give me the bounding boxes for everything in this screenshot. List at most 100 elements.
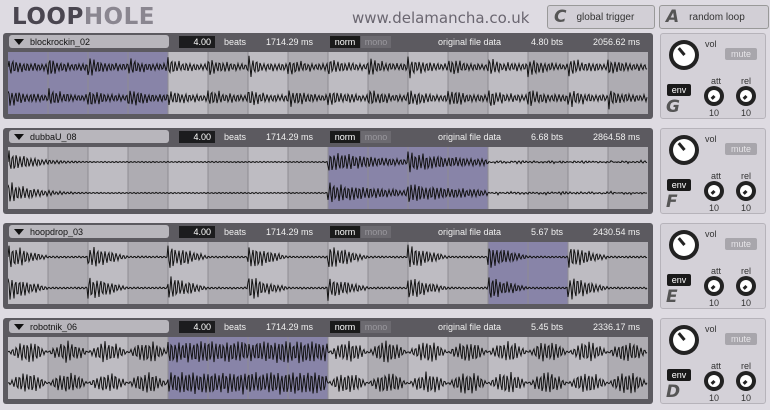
attack-knob[interactable] [704,371,724,391]
release-knob[interactable] [736,371,756,391]
original-file-label: original file data [438,132,502,142]
beat-cell[interactable] [368,337,408,399]
beat-cell[interactable] [368,52,408,114]
beats-input[interactable]: 4.00 [179,36,215,48]
envelope-button[interactable]: env [667,369,691,381]
beat-cell[interactable] [88,147,128,209]
beats-input[interactable]: 4.00 [179,131,215,143]
track-controls-f: vol mute env F att rel 10 10 [660,128,766,214]
beat-cell[interactable] [208,242,248,304]
beats-input[interactable]: 4.00 [179,321,215,333]
selection-cell[interactable] [448,147,488,209]
beat-cell[interactable] [8,337,48,399]
beat-cell[interactable] [208,147,248,209]
file-select-dropdown[interactable]: blockrockin_02 [9,35,169,48]
beats-input[interactable]: 4.00 [179,226,215,238]
selection-cell[interactable] [368,147,408,209]
waveform-display[interactable] [8,242,648,304]
beat-cell[interactable] [408,242,448,304]
envelope-button[interactable]: env [667,179,691,191]
mono-button[interactable]: mono [361,131,391,143]
beat-cell[interactable] [488,147,528,209]
file-select-dropdown[interactable]: robotnik_06 [9,320,169,333]
norm-button[interactable]: norm [330,36,360,48]
envelope-button[interactable]: env [667,84,691,96]
loop-duration: 1714.29 ms [266,227,314,237]
mono-button[interactable]: mono [361,226,391,238]
mono-button[interactable]: mono [361,321,391,333]
file-select-dropdown[interactable]: dubbaU_08 [9,130,169,143]
file-beats: 5.45 bts [531,322,564,332]
volume-label: vol [705,324,717,334]
release-knob[interactable] [736,86,756,106]
waveform-display[interactable] [8,337,648,399]
file-duration: 2336.17 ms [593,322,641,332]
release-knob[interactable] [736,276,756,296]
norm-button[interactable]: norm [330,321,360,333]
beat-cell[interactable] [288,147,328,209]
norm-button[interactable]: norm [330,131,360,143]
beat-cell[interactable] [608,52,648,114]
trigger-key-letter: G [666,97,680,117]
random-loop-button[interactable]: A random loop [659,5,769,29]
selection-cell[interactable] [528,242,568,304]
beat-cell[interactable] [288,242,328,304]
beat-cell[interactable] [528,147,568,209]
beat-cell[interactable] [48,147,88,209]
beat-cell[interactable] [408,52,448,114]
attack-knob[interactable] [704,86,724,106]
global-trigger-letter: C [554,7,567,27]
attack-knob[interactable] [704,181,724,201]
waveform-display[interactable] [8,147,648,209]
mute-button[interactable]: mute [725,238,757,250]
release-knob[interactable] [736,181,756,201]
loop-duration: 1714.29 ms [266,322,314,332]
selection-cell[interactable] [408,147,448,209]
selection-cell[interactable] [128,52,168,114]
beat-cell[interactable] [568,147,608,209]
beat-cell[interactable] [448,242,488,304]
beat-cell[interactable] [608,337,648,399]
waveform-display[interactable] [8,52,648,114]
dropdown-arrow-icon [14,38,24,45]
release-value: 10 [741,393,752,403]
mute-button[interactable]: mute [725,143,757,155]
release-value: 10 [741,203,752,213]
volume-knob[interactable] [669,230,699,260]
mute-button[interactable]: mute [725,333,757,345]
trigger-key-letter: E [666,287,678,307]
beat-cell[interactable] [568,337,608,399]
beat-cell[interactable] [168,242,208,304]
beat-cell[interactable] [128,147,168,209]
beat-cell[interactable] [168,52,208,114]
beat-cell[interactable] [608,242,648,304]
beat-cell[interactable] [208,52,248,114]
beat-cell[interactable] [168,147,208,209]
norm-button[interactable]: norm [330,226,360,238]
dropdown-arrow-icon [14,228,24,235]
track-controls-e: vol mute env E att rel 10 10 [660,223,766,309]
beat-cell[interactable] [128,242,168,304]
beat-cell[interactable] [608,147,648,209]
website-url[interactable]: www.delamancha.co.uk [352,9,529,27]
volume-knob[interactable] [669,40,699,70]
beat-cell[interactable] [368,242,408,304]
track-f: dubbaU_08 4.00 beats 1714.29 ms norm mon… [3,128,653,214]
mute-button[interactable]: mute [725,48,757,60]
file-select-dropdown[interactable]: hoopdrop_03 [9,225,169,238]
mono-button[interactable]: mono [361,36,391,48]
beat-cell[interactable] [448,52,488,114]
global-trigger-button[interactable]: C global trigger [547,5,655,29]
selection-cell[interactable] [48,52,88,114]
beat-cell[interactable] [288,52,328,114]
beat-cell[interactable] [248,147,288,209]
beat-cell[interactable] [48,242,88,304]
volume-knob[interactable] [669,135,699,165]
volume-knob[interactable] [669,325,699,355]
beat-cell[interactable] [88,337,128,399]
beat-cell[interactable] [328,337,368,399]
attack-value: 10 [709,108,720,118]
beat-cell[interactable] [128,337,168,399]
attack-knob[interactable] [704,276,724,296]
envelope-button[interactable]: env [667,274,691,286]
